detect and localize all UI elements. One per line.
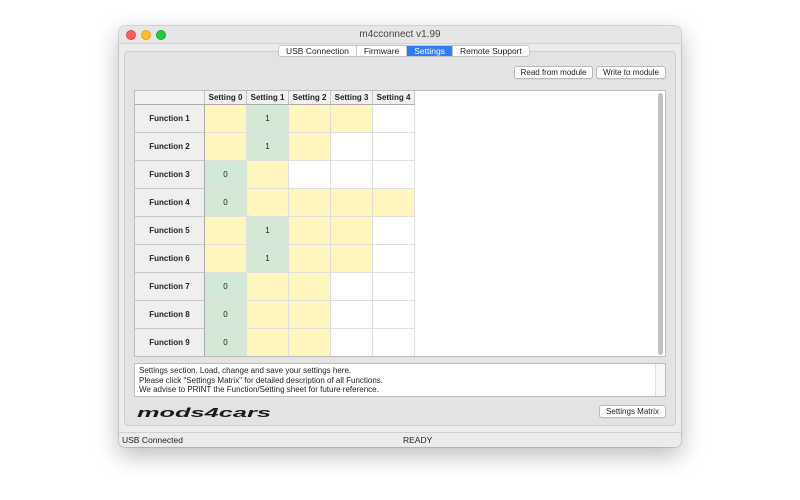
tab-firmware[interactable]: Firmware [357, 46, 408, 56]
tab-bar: USB Connection Firmware Settings Remote … [278, 45, 530, 57]
matrix-cell-f4-s0[interactable]: 0 [205, 189, 247, 217]
logo-text: mods4cars [137, 406, 271, 419]
matrix-cell-f9-s3[interactable] [331, 329, 373, 356]
ready-status: READY [403, 435, 433, 445]
description-scrollbar[interactable] [655, 364, 665, 396]
matrix-cell-f7-s3[interactable] [331, 273, 373, 301]
matrix-cell-f1-s3[interactable] [331, 105, 373, 133]
matrix-cell-f2-s2[interactable] [289, 133, 331, 161]
column-header-setting-4: Setting 4 [373, 91, 415, 105]
matrix-cell-f7-s2[interactable] [289, 273, 331, 301]
settings-matrix-grid: Setting 0 Setting 1 Setting 2 Setting 3 Sett… [134, 90, 666, 357]
column-header-setting-3: Setting 3 [331, 91, 373, 105]
row-label-function-1: Function 1 [135, 105, 205, 133]
matrix-cell-f5-s1[interactable]: 1 [247, 217, 289, 245]
matrix-cell-f7-s0[interactable]: 0 [205, 273, 247, 301]
matrix-corner-header [135, 91, 205, 105]
matrix-cell-f3-s4[interactable] [373, 161, 415, 189]
matrix-cell-f9-s4[interactable] [373, 329, 415, 356]
row-label-function-4: Function 4 [135, 189, 205, 217]
title-bar: m4cconnect v1.99 [119, 26, 681, 44]
matrix-cell-f4-s1[interactable] [247, 189, 289, 217]
matrix-cell-f2-s4[interactable] [373, 133, 415, 161]
row-label-function-5: Function 5 [135, 217, 205, 245]
matrix-cell-f8-s0[interactable]: 0 [205, 301, 247, 329]
matrix-cell-f9-s1[interactable] [247, 329, 289, 356]
row-label-function-9: Function 9 [135, 329, 205, 356]
description-box: Settings section. Load, change and save … [134, 363, 666, 397]
connection-status: USB Connected [122, 435, 183, 445]
matrix-cell-f6-s3[interactable] [331, 245, 373, 273]
matrix-cell-f5-s4[interactable] [373, 217, 415, 245]
row-label-function-2: Function 2 [135, 133, 205, 161]
matrix-cell-f8-s2[interactable] [289, 301, 331, 329]
matrix-cell-f6-s1[interactable]: 1 [247, 245, 289, 273]
row-label-function-8: Function 8 [135, 301, 205, 329]
matrix-cell-f8-s4[interactable] [373, 301, 415, 329]
matrix-cell-f1-s1[interactable]: 1 [247, 105, 289, 133]
matrix-cell-f2-s1[interactable]: 1 [247, 133, 289, 161]
matrix-cell-f2-s0[interactable] [205, 133, 247, 161]
read-from-module-button[interactable]: Read from module [514, 66, 593, 79]
mods4cars-logo: mods4cars [137, 406, 271, 419]
matrix-cell-f1-s2[interactable] [289, 105, 331, 133]
row-label-function-3: Function 3 [135, 161, 205, 189]
matrix-cell-f6-s0[interactable] [205, 245, 247, 273]
window-title: m4cconnect v1.99 [359, 29, 441, 40]
app-window: m4cconnect v1.99 USB Connection Firmware… [119, 26, 681, 447]
matrix-cell-f5-s3[interactable] [331, 217, 373, 245]
matrix-cell-f5-s0[interactable] [205, 217, 247, 245]
tab-remote-support[interactable]: Remote Support [453, 46, 529, 56]
matrix-cell-f8-s1[interactable] [247, 301, 289, 329]
matrix-cell-f3-s0[interactable]: 0 [205, 161, 247, 189]
matrix-cell-f4-s2[interactable] [289, 189, 331, 217]
matrix-cell-f9-s2[interactable] [289, 329, 331, 356]
description-line-2: Please click "Settings Matrix" for detai… [139, 375, 384, 385]
matrix-cell-f1-s0[interactable] [205, 105, 247, 133]
matrix-cell-f3-s1[interactable] [247, 161, 289, 189]
matrix-cell-f8-s3[interactable] [331, 301, 373, 329]
matrix-cell-f3-s2[interactable] [289, 161, 331, 189]
tab-usb-connection[interactable]: USB Connection [279, 46, 357, 56]
row-label-function-6: Function 6 [135, 245, 205, 273]
description-line-3: We advise to PRINT the Function/Setting … [139, 385, 379, 394]
column-header-setting-1: Setting 1 [247, 91, 289, 105]
settings-matrix-button[interactable]: Settings Matrix [599, 405, 666, 418]
column-header-setting-2: Setting 2 [289, 91, 331, 105]
matrix-cell-f6-s2[interactable] [289, 245, 331, 273]
matrix-cell-f3-s3[interactable] [331, 161, 373, 189]
matrix-cell-f1-s4[interactable] [373, 105, 415, 133]
matrix-cell-f7-s1[interactable] [247, 273, 289, 301]
matrix-cell-f2-s3[interactable] [331, 133, 373, 161]
matrix-cell-f4-s3[interactable] [331, 189, 373, 217]
column-header-setting-0: Setting 0 [205, 91, 247, 105]
description-line-1: Settings section. Load, change and save … [139, 366, 352, 375]
matrix-cell-f5-s2[interactable] [289, 217, 331, 245]
tab-settings[interactable]: Settings [407, 46, 453, 56]
matrix-cell-f7-s4[interactable] [373, 273, 415, 301]
matrix-cell-f6-s4[interactable] [373, 245, 415, 273]
write-to-module-button[interactable]: Write to module [596, 66, 666, 79]
matrix-cell-f9-s0[interactable]: 0 [205, 329, 247, 356]
matrix-cell-f4-s4[interactable] [373, 189, 415, 217]
row-label-function-7: Function 7 [135, 273, 205, 301]
status-bar: USB Connected READY [119, 432, 681, 447]
grid-vertical-scrollbar[interactable] [658, 93, 663, 355]
